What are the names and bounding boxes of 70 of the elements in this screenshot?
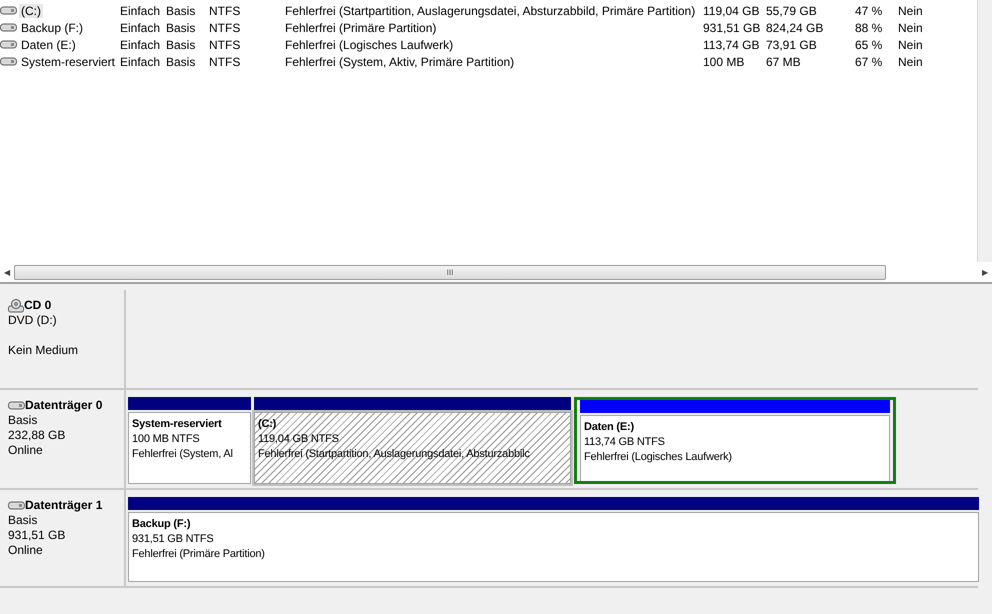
type-cell-text: Basis xyxy=(166,4,196,18)
disk-name: CD 0 xyxy=(8,298,124,313)
drive-icon xyxy=(0,57,17,66)
fault-tolerance-cell-text: Nein xyxy=(898,4,924,18)
layout-cell-text: Einfach xyxy=(120,38,162,52)
drive-icon xyxy=(8,401,25,410)
drive-icon xyxy=(0,40,17,49)
disk-name: Datenträger 0 xyxy=(8,398,124,413)
partition-size: 119,04 GB NTFS xyxy=(258,432,339,447)
disk-info: Basis xyxy=(8,413,38,428)
disk-info: DVD (D:) xyxy=(8,313,58,328)
type-cell-text: Basis xyxy=(166,20,196,34)
file-system-cell-text: NTFS xyxy=(209,54,242,68)
disk-info: Online xyxy=(8,443,44,458)
disk-info: Online xyxy=(8,543,44,558)
partition-name: System-reserviert xyxy=(132,417,222,432)
partition-status: Fehlerfrei (Startpartition, Auslagerungsdatei, Absturzabbilc xyxy=(258,447,530,462)
capacity-cell-text: 119,04 GB xyxy=(703,4,760,18)
layout-cell-text: Einfach xyxy=(120,20,162,34)
type-cell-text: Basis xyxy=(166,54,196,68)
partition-size: 113,74 GB NTFS xyxy=(584,435,665,450)
type-cell-text: Basis xyxy=(166,38,196,52)
status-cell-text: Fehlerfrei (Primäre Partition) xyxy=(285,20,438,34)
fault-tolerance-cell-text: Nein xyxy=(898,20,924,34)
file-system-cell-text: NTFS xyxy=(209,38,242,52)
status-cell-text: Fehlerfrei (System, Aktiv, Primäre Partition) xyxy=(285,54,516,68)
volume-name[interactable]: System-reserviert xyxy=(19,54,118,68)
free-space-cell-text: 73,91 GB xyxy=(766,38,818,52)
partition-name: Daten (E:) xyxy=(584,420,634,435)
status-cell-text: Fehlerfrei (Startpartition, Auslagerungsdatei, Absturzabbild, Primäre Partition) xyxy=(285,4,696,18)
status-cell-text: Fehlerfrei (Logisches Laufwerk) xyxy=(285,38,454,52)
layout-cell-text: Einfach xyxy=(120,4,162,18)
fault-tolerance-cell-text: Nein xyxy=(898,54,924,68)
drive-icon xyxy=(0,23,17,32)
free-space-cell-text: 67 MB xyxy=(766,54,802,68)
drive-icon xyxy=(0,6,17,15)
free-space-cell-text: 55,79 GB xyxy=(766,4,818,18)
percent-free-cell-text: 47 % xyxy=(855,4,884,18)
disk-name: Datenträger 1 xyxy=(8,498,124,513)
free-space-cell-text: 824,24 GB xyxy=(766,20,824,34)
partition-name: Backup (F:) xyxy=(132,517,190,532)
disk-info: 931,51 GB xyxy=(8,528,66,543)
partition-status: Fehlerfrei (System, Al xyxy=(132,447,233,462)
partition-size: 100 MB NTFS xyxy=(132,432,200,447)
volume-name[interactable]: (C:) xyxy=(19,4,43,18)
scroll-right-icon[interactable]: ▶ xyxy=(982,268,988,276)
disk-info: Kein Medium xyxy=(8,343,80,358)
cd-drive-icon xyxy=(8,298,24,312)
capacity-cell-text: 113,74 GB xyxy=(703,38,760,52)
volume-name[interactable]: Daten (E:) xyxy=(19,38,78,52)
partition-name: (C:) xyxy=(258,417,276,432)
layout-cell-text: Einfach xyxy=(120,54,162,68)
partition-status: Fehlerfrei (Primäre Partition) xyxy=(132,547,265,562)
capacity-cell-text: 100 MB xyxy=(703,54,746,68)
partition-status: Fehlerfrei (Logisches Laufwerk) xyxy=(584,450,732,465)
logical-drive-frame[interactable]: Daten (E:) 113,74 GB NTFS Fehlerfrei (Logisches Laufwerk) xyxy=(574,397,896,484)
file-system-cell-text: NTFS xyxy=(209,20,242,34)
volume-name[interactable]: Backup (F:) xyxy=(19,20,86,34)
fault-tolerance-cell-text: Nein xyxy=(898,38,924,52)
drive-icon xyxy=(8,501,25,510)
percent-free-cell-text: 67 % xyxy=(855,54,884,68)
percent-free-cell-text: 88 % xyxy=(855,20,884,34)
capacity-cell-text: 931,51 GB xyxy=(703,20,762,34)
scroll-left-icon[interactable]: ◀ xyxy=(4,268,10,276)
partition-size: 931,51 GB NTFS xyxy=(132,532,214,547)
disk-info: Basis xyxy=(8,513,38,528)
file-system-cell-text: NTFS xyxy=(209,4,242,18)
percent-free-cell-text: 65 % xyxy=(855,38,884,52)
disk-info: 232,88 GB xyxy=(8,428,66,443)
scrollbar-thumb[interactable]: III xyxy=(14,264,886,280)
